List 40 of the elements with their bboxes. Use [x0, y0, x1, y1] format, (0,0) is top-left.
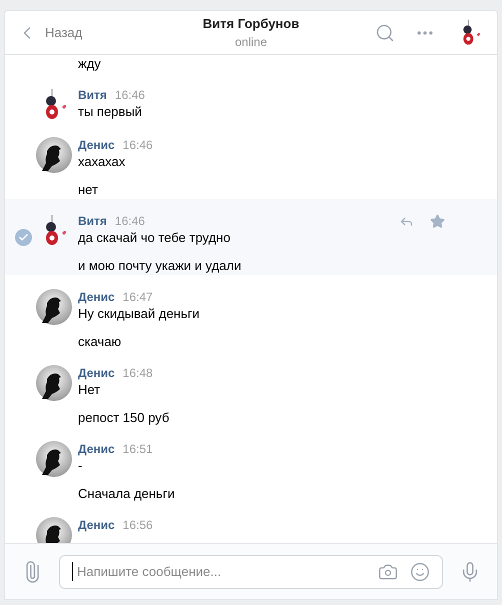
author-name[interactable]: Денис: [78, 364, 115, 382]
silhouette-avatar: [36, 137, 72, 173]
author-name[interactable]: Денис: [78, 516, 115, 534]
message-time: 16:46: [114, 87, 145, 104]
message-text: Сначала деньги: [78, 485, 176, 503]
author-name[interactable]: Денис: [78, 288, 115, 306]
author-name[interactable]: Денис: [78, 136, 115, 154]
message-time: 16:56: [122, 517, 153, 534]
silhouette-avatar: [36, 365, 72, 401]
star-icon[interactable]: [430, 214, 445, 228]
message-text: и мою почту укажи и удали: [78, 257, 242, 275]
message-time: 16:46: [122, 137, 153, 154]
message-text: жду: [78, 55, 102, 73]
message-text: нет: [78, 181, 99, 199]
message-text: ты первый: [78, 103, 143, 121]
author-name[interactable]: Витя: [78, 86, 107, 104]
message-text: хахахах: [78, 153, 126, 171]
message-text: скачаю: [78, 333, 122, 351]
message-text: -: [78, 457, 84, 475]
message-time: 16:51: [122, 441, 153, 458]
message-text: Ну скидывай деньги: [78, 305, 201, 323]
selected-check-icon[interactable]: [15, 229, 32, 246]
message-time: 16:47: [122, 289, 153, 306]
silhouette-avatar: [36, 441, 72, 477]
message-text: да скачай чо тебе трудно: [78, 229, 232, 247]
message-field[interactable]: Напишите сообщение...: [59, 554, 443, 588]
chat-title: Витя Горбунов: [202, 14, 300, 33]
message-time: 16:48: [122, 365, 153, 382]
smile-icon[interactable]: [410, 562, 430, 582]
search-icon[interactable]: [375, 22, 395, 42]
camera-icon[interactable]: [378, 562, 398, 582]
silhouette-avatar: [36, 289, 72, 325]
message-text: Нет: [78, 381, 102, 399]
author-name[interactable]: Витя: [78, 212, 107, 230]
author-name[interactable]: Денис: [78, 440, 115, 458]
back-button[interactable]: Назад: [17, 22, 137, 42]
message-time: 16:46: [114, 213, 145, 230]
message-text: репост 150 руб: [78, 409, 170, 427]
online-status: online: [234, 34, 268, 52]
message-input[interactable]: Напишите сообщение...: [72, 562, 366, 582]
